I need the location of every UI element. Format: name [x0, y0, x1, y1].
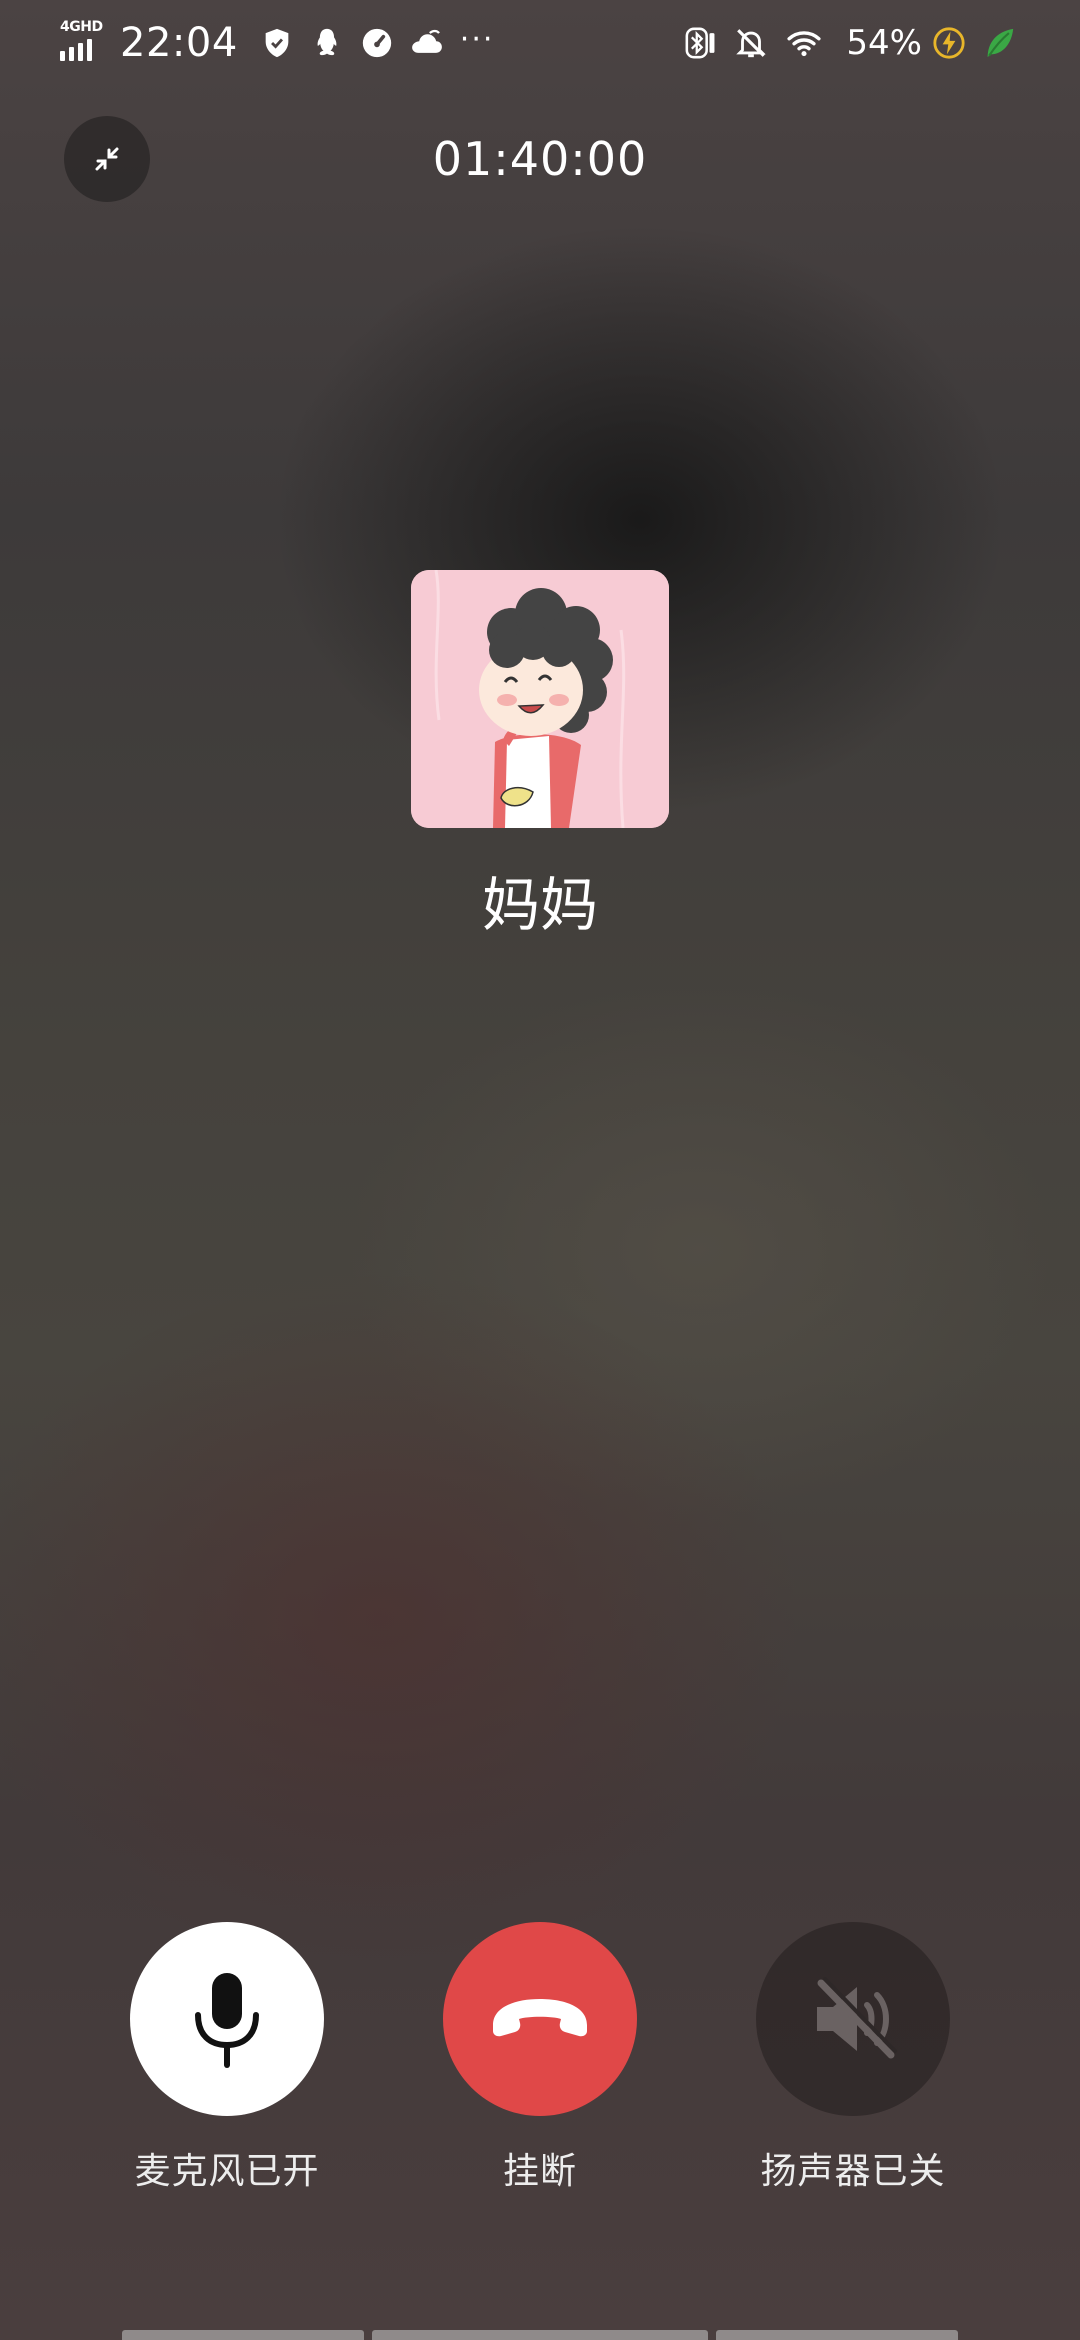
qq-penguin-icon [317, 28, 337, 56]
battery-percentage: 54% [846, 23, 922, 63]
status-bar: 4GHD 22:04 ··· 54% [0, 0, 1080, 84]
phone-hangup-icon [493, 1999, 587, 2037]
microphone-icon [195, 1973, 259, 2068]
contact-name: 妈妈 [481, 871, 598, 939]
cloud-weather-icon [411, 29, 442, 53]
green-leaf-icon [987, 28, 1014, 58]
keyboard-edge-strip [0, 2330, 1080, 2340]
more-notifications-indicator: ··· [459, 21, 495, 57]
bluetooth-icon [685, 27, 715, 59]
clock: 22:04 [120, 20, 238, 66]
cellular-signal-icon: 4GHD [58, 19, 108, 65]
microphone-label: 麦克风已开 [134, 2151, 320, 2192]
bell-muted-icon [736, 29, 767, 58]
status-bar-left: 4GHD 22:04 ··· [58, 18, 494, 68]
speaker-label: 扬声器已关 [760, 2151, 946, 2192]
cartoon-mom-avatar-image [411, 570, 669, 828]
hangup-button[interactable] [443, 1922, 637, 2116]
voice-call-screen: 4GHD 22:04 ··· 54% 01:40:00 妈妈 麦克风已开 挂断 … [0, 0, 1080, 2340]
battery-charging-icon [933, 27, 965, 59]
speaker-toggle-button[interactable] [756, 1922, 950, 2116]
status-bar-right: 54% [684, 18, 1016, 68]
microphone-toggle-button[interactable] [130, 1922, 324, 2116]
wifi-icon [787, 31, 821, 57]
speedometer-icon [362, 28, 391, 58]
call-duration-timer: 01:40:00 [432, 132, 648, 186]
speaker-control: 扬声器已关 [723, 1922, 983, 2194]
hangup-label: 挂断 [502, 2151, 577, 2192]
shield-icon [265, 28, 289, 58]
hangup-control: 挂断 [410, 1922, 670, 2194]
contact-avatar [411, 570, 669, 828]
microphone-control: 麦克风已开 [97, 1922, 357, 2194]
network-type-label: 4GHD [60, 19, 103, 35]
speaker-muted-icon [817, 1977, 897, 2059]
